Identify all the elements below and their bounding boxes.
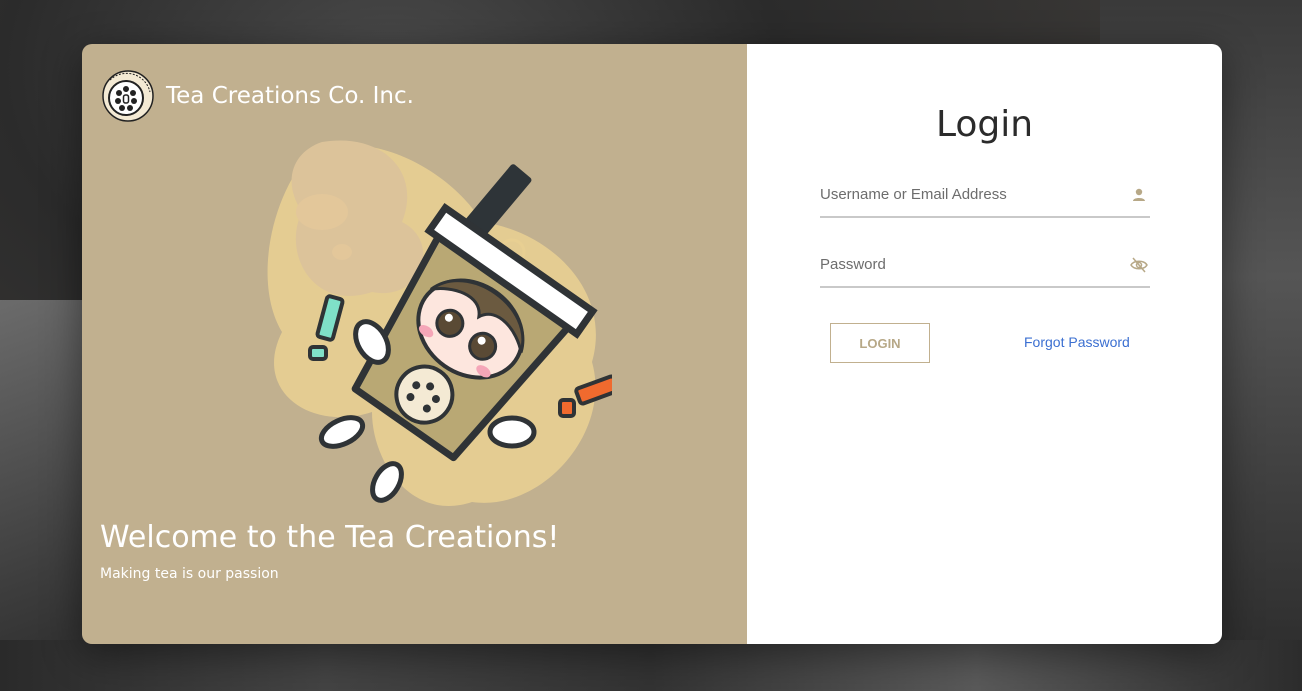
forgot-password-link[interactable]: Forgot Password bbox=[1024, 334, 1130, 350]
person-icon bbox=[1133, 188, 1145, 201]
brand-header: Tea Creations Co. Inc. bbox=[102, 70, 414, 122]
welcome-heading: Welcome to the Tea Creations! bbox=[100, 520, 560, 555]
mascot-illustration bbox=[267, 140, 612, 506]
password-field bbox=[820, 244, 1150, 288]
username-input[interactable] bbox=[820, 174, 1120, 214]
login-card: Tea Creations Co. Inc. Welcome to the Te… bbox=[82, 44, 1222, 644]
password-input[interactable] bbox=[820, 244, 1120, 284]
brand-panel: Tea Creations Co. Inc. Welcome to the Te… bbox=[82, 44, 747, 644]
login-button[interactable]: LOGIN bbox=[830, 323, 930, 363]
login-panel: Login LOGIN Forgot Password bbox=[747, 44, 1222, 644]
login-title: Login bbox=[935, 104, 1034, 145]
background-blur bbox=[0, 640, 1302, 691]
tagline: Making tea is our passion bbox=[100, 566, 279, 582]
brand-name: Tea Creations Co. Inc. bbox=[166, 83, 414, 109]
brand-logo bbox=[102, 70, 154, 122]
username-field bbox=[820, 174, 1150, 218]
eye-slash-icon[interactable] bbox=[1130, 256, 1148, 274]
